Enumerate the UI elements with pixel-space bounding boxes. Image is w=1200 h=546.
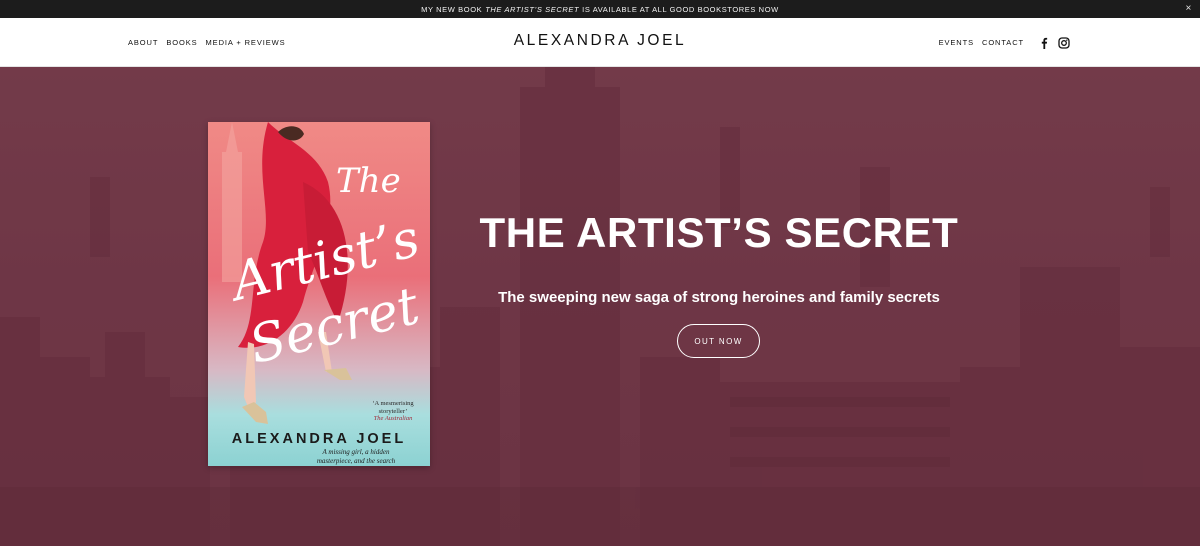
book-cover-image[interactable]: The Artist’s Secret ‘A mesmerising story…: [208, 122, 430, 466]
site-header: ABOUT BOOKS MEDIA + REVIEWS ALEXANDRA JO…: [0, 18, 1200, 67]
nav-events[interactable]: EVENTS: [939, 38, 974, 47]
hero-title: THE ARTIST’S SECRET: [479, 209, 959, 256]
facebook-icon[interactable]: [1038, 36, 1050, 49]
social-links: [1038, 36, 1070, 49]
hero-section: The Artist’s Secret ‘A mesmerising story…: [0, 67, 1200, 546]
close-icon[interactable]: ×: [1186, 3, 1192, 15]
announcement-suffix: IS AVAILABLE AT ALL GOOD BOOKSTORES NOW: [582, 4, 779, 14]
out-now-button[interactable]: OUT NOW: [677, 324, 760, 358]
cover-quote-text: ‘A mesmerising storyteller’: [372, 400, 414, 415]
hero-tint-overlay: [0, 67, 1200, 546]
announcement-bar: MY NEW BOOK THE ARTIST’S SECRET IS AVAIL…: [0, 0, 1200, 18]
cover-author: ALEXANDRA JOEL: [231, 431, 407, 447]
nav-contact[interactable]: CONTACT: [982, 38, 1024, 47]
cover-quote-source: The Australian: [373, 415, 413, 422]
cover-quote: ‘A mesmerising storyteller’ The Australi…: [358, 400, 428, 423]
hero-subtitle: The sweeping new saga of strong heroines…: [498, 289, 940, 306]
instagram-icon[interactable]: [1058, 36, 1070, 49]
announcement-book-title: THE ARTIST’S SECRET: [485, 4, 580, 14]
cover-tagline: A missing girl, a hidden masterpiece, an…: [316, 448, 396, 465]
cover-title-the: The: [336, 161, 401, 201]
announcement-prefix: MY NEW BOOK: [421, 4, 483, 14]
secondary-nav: EVENTS CONTACT: [939, 38, 1024, 47]
